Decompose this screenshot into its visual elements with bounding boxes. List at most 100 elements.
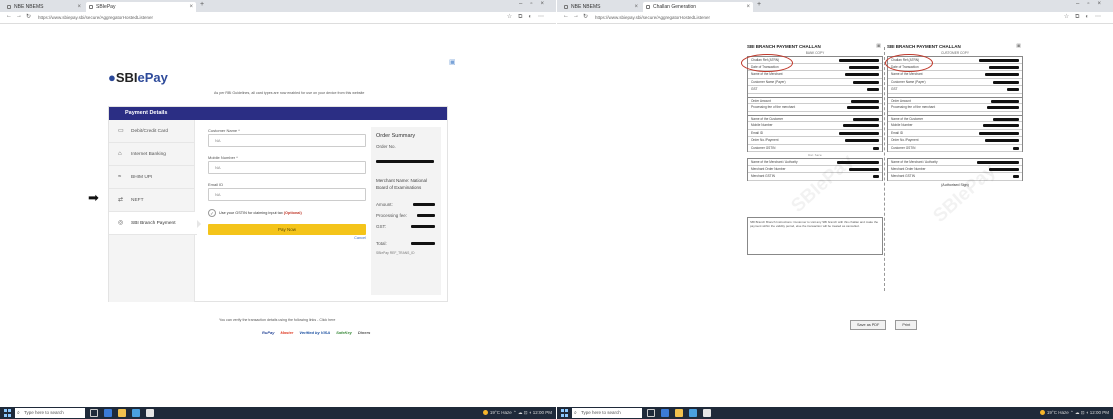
close-icon[interactable]: × — [746, 2, 750, 12]
weather-icon — [1039, 410, 1045, 416]
window-controls[interactable]: –▫× — [519, 1, 552, 7]
store-icon[interactable] — [689, 409, 697, 417]
email-field[interactable]: NA — [208, 188, 366, 201]
save-pdf-button[interactable]: Save as PDF — [850, 320, 887, 330]
highlight-circle — [885, 54, 933, 72]
tab-nbems[interactable]: NBE NBEMS × — [561, 2, 641, 12]
browser-tools[interactable]: ☆⧉◐⋯ — [1064, 13, 1107, 21]
window-controls[interactable]: –▫× — [1076, 1, 1109, 7]
taskbar-search[interactable]: ⌕ Type here to search — [572, 408, 642, 418]
system-tray[interactable]: 19°C Haze ⌃ ☁ ⊡ ◖ 12:00 PM — [482, 407, 552, 419]
challan-row: Email ID — [888, 130, 1022, 137]
sidebar-item-branch[interactable]: ◎ SBI Branch Payment — [109, 212, 201, 235]
sidebar-item-neft[interactable]: ⇄ NEFT — [109, 189, 194, 212]
total-row: Total: — [376, 238, 436, 249]
sbiepay-screen: NBE NBEMS × SBIePay × + –▫× ← → ↻ https:… — [0, 0, 556, 419]
sidebar-item-netbanking[interactable]: ⌂ Internet Banking — [109, 143, 194, 166]
tab-favicon-icon — [7, 5, 11, 9]
back-icon[interactable]: ← — [6, 13, 12, 19]
weather-icon — [482, 410, 488, 416]
forward-icon[interactable]: → — [573, 13, 579, 19]
cortana-icon[interactable] — [647, 409, 655, 417]
close-icon[interactable]: × — [634, 2, 638, 12]
bank-copy: SBI BRANCH PAYMENT CHALLAN ▣ BANK COPY C… — [747, 43, 883, 293]
email-label: Email ID — [208, 182, 224, 187]
challan-row: Customer Name (Payer) — [888, 79, 1022, 86]
new-tab-icon[interactable]: + — [200, 1, 204, 8]
challan-row: Name of the Customer — [748, 114, 882, 122]
challan-row: Processing fee of the merchant — [748, 104, 882, 112]
sidebar-item-card[interactable]: ▭ Debit/Credit Card — [109, 120, 194, 143]
challan-screen: NBE NBEMS × Challan Generation × + –▫× ←… — [557, 0, 1113, 419]
safekey-icon: SafeKey — [336, 330, 352, 335]
challan-row: Merchant Order Number — [888, 166, 1022, 173]
reload-icon[interactable]: ↻ — [583, 13, 588, 20]
challan-row: Customer GSTIN — [748, 145, 882, 152]
challan-row: Merchant GSTIN — [888, 173, 1022, 181]
sbiepay-logo: ●SBIePay — [108, 70, 168, 85]
taskbar: ⌕ Type here to search 19°C Haze ⌃ ☁ ⊡ ◖ 1… — [0, 407, 556, 419]
challan-row: Order Amount — [748, 96, 882, 104]
name-field[interactable]: NA — [208, 134, 366, 147]
rbi-notice: As per RBI Guidelines, all card types ar… — [214, 91, 365, 95]
tab-challan[interactable]: Challan Generation × — [643, 2, 753, 12]
challan-row: Name of the Merchant — [888, 71, 1022, 79]
challan-row: Name of the Merchant — [748, 71, 882, 79]
tab-favicon-icon — [89, 5, 93, 9]
forward-icon[interactable]: → — [16, 13, 22, 19]
taskbar-search[interactable]: ⌕ Type here to search — [15, 408, 85, 418]
address-bar: ← → ↻ https://www.sbiepay.sbi/secure/Agg… — [0, 12, 556, 24]
challan-row: Order No./Payment — [888, 137, 1022, 145]
cortana-icon[interactable] — [90, 409, 98, 417]
new-tab-icon[interactable]: + — [757, 1, 761, 8]
image-icon: ▣ — [449, 59, 456, 66]
tab-favicon-icon — [564, 5, 568, 9]
tab-nbems[interactable]: NBE NBEMS × — [4, 2, 84, 12]
fee-row: Processing fee: — [376, 210, 436, 221]
check-icon[interactable]: ✓ — [208, 209, 216, 217]
bank-icon: ⌂ — [118, 151, 122, 157]
tab-bar: NBE NBEMS × SBIePay × + –▫× — [0, 0, 556, 12]
branch-icon: ◎ — [118, 220, 124, 226]
reload-icon[interactable]: ↻ — [26, 13, 31, 20]
edge-icon[interactable] — [104, 409, 112, 417]
edge-icon[interactable] — [661, 409, 669, 417]
challan-row: Customer GSTIN — [888, 145, 1022, 152]
challan-row: Mobile Number — [888, 122, 1022, 130]
card-icon: ▭ — [118, 128, 124, 134]
url-field[interactable]: https://www.sbiepay.sbi/secure/Aggregato… — [38, 14, 228, 22]
close-icon[interactable]: × — [77, 2, 81, 12]
reference-id: SBIePay REF_TRANS_ID — [376, 251, 415, 255]
app-icon[interactable] — [703, 409, 711, 417]
taskbar-apps — [90, 409, 154, 417]
mastercard-icon: Master — [280, 330, 294, 335]
browser-tools[interactable]: ☆⧉◐⋯ — [507, 13, 550, 21]
windows-start-icon[interactable] — [4, 409, 12, 417]
url-field[interactable]: https://www.sbiepay.sbi/secure/Aggregato… — [595, 14, 785, 22]
name-label: Customer Name * — [208, 128, 240, 133]
challan-title: SBI BRANCH PAYMENT CHALLAN — [887, 44, 961, 49]
customer-form: Customer Name * NA Mobile Number * NA Em… — [208, 127, 366, 242]
pay-now-button[interactable]: Pay Now — [208, 224, 366, 235]
sidebar-item-upi[interactable]: ≈ BHIM UPI — [109, 166, 194, 189]
windows-start-icon[interactable] — [561, 409, 569, 417]
folder-icon[interactable] — [118, 409, 126, 417]
gstin-option[interactable]: ✓ Use your GSTIN for claiming input tax … — [208, 208, 366, 219]
cancel-link[interactable]: Cancel — [208, 235, 366, 242]
verify-text[interactable]: You can verify the transaction details u… — [219, 318, 437, 322]
mobile-field[interactable]: NA — [208, 161, 366, 174]
tab-label: SBIePay — [96, 4, 116, 10]
back-icon[interactable]: ← — [563, 13, 569, 19]
folder-icon[interactable] — [675, 409, 683, 417]
tab-bar: NBE NBEMS × Challan Generation × + –▫× — [557, 0, 1113, 12]
upi-icon: ≈ — [118, 174, 122, 180]
system-tray[interactable]: 19°C Haze ⌃ ☁ ⊡ ◖ 12:00 PM — [1039, 407, 1109, 419]
close-icon[interactable]: × — [189, 2, 193, 12]
app-icon[interactable] — [146, 409, 154, 417]
taskbar-apps — [647, 409, 711, 417]
print-button[interactable]: Print — [895, 320, 918, 330]
neft-icon: ⇄ — [118, 197, 124, 203]
tab-sbiepay[interactable]: SBIePay × — [86, 2, 196, 12]
store-icon[interactable] — [132, 409, 140, 417]
order-summary-title: Order Summary — [376, 133, 416, 139]
